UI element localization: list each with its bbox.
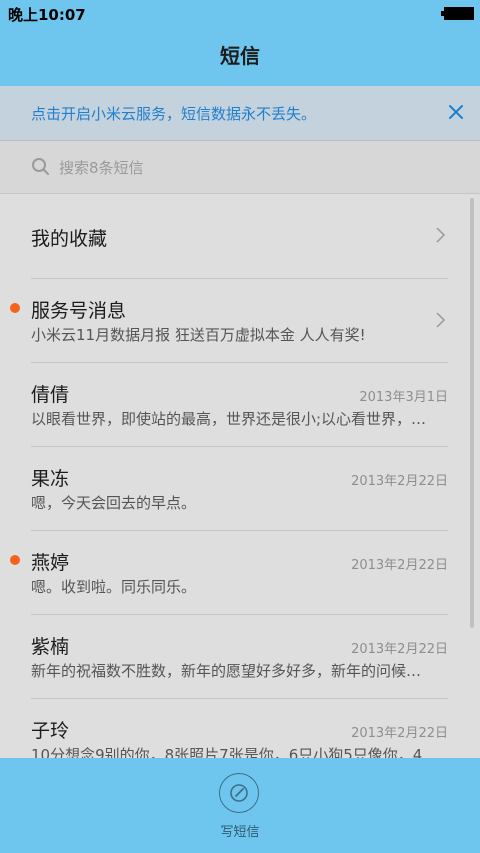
conversation-name: 果冻 <box>31 468 70 490</box>
compose-label[interactable]: 写短信 <box>0 821 480 840</box>
conversation-item[interactable]: 子玲 2013年2月22日 10分想念9别的你，8张照片7张是你，6只小狗5只像… <box>31 698 448 758</box>
close-icon[interactable] <box>444 100 468 124</box>
battery-icon <box>441 7 474 20</box>
chevron-right-icon <box>436 227 446 243</box>
conversation-preview: 嗯，今天会回去的早点。 <box>31 494 197 512</box>
conversation-preview: 10分想念9别的你，8张照片7张是你，6只小狗5只像你，4… <box>31 746 438 758</box>
scrollbar[interactable] <box>470 198 474 628</box>
conversation-preview: 新年的祝福数不胜数，新年的愿望好多好多，新年的问候… <box>31 662 422 680</box>
conversation-name: 子玲 <box>31 720 70 742</box>
status-bar: 晚上10:07 <box>0 0 480 26</box>
conversation-date: 2013年2月22日 <box>351 642 448 657</box>
unread-dot <box>10 303 20 313</box>
search-bar[interactable]: 搜索8条短信 <box>0 141 480 194</box>
search-icon <box>31 157 51 177</box>
banner-text[interactable]: 点击开启小米云服务，短信数据永不丢失。 <box>31 103 316 124</box>
conversation-name: 我的收藏 <box>31 228 108 250</box>
service-messages-item[interactable]: 服务号消息 小米云11月数据月报 狂送百万虚拟本金 人人有奖! <box>10 278 448 363</box>
conversation-name: 紫楠 <box>31 636 70 658</box>
title-bar: 短信 <box>0 26 480 86</box>
conversation-item[interactable]: 紫楠 2013年2月22日 新年的祝福数不胜数，新年的愿望好多好多，新年的问候… <box>31 614 448 699</box>
conversation-name: 服务号消息 <box>31 300 127 322</box>
conversation-name: 燕婷 <box>31 552 70 574</box>
page-title: 短信 <box>220 44 260 68</box>
search-input[interactable]: 搜索8条短信 <box>59 157 144 178</box>
conversation-preview: 小米云11月数据月报 狂送百万虚拟本金 人人有奖! <box>31 326 366 344</box>
conversation-item[interactable]: 倩倩 2013年3月1日 以眼看世界，即使站的最高，世界还是很小;以心看世界，… <box>31 362 448 447</box>
favorites-item[interactable]: 我的收藏 <box>31 194 448 279</box>
status-time: 晚上10:07 <box>8 6 86 24</box>
unread-dot <box>10 555 20 565</box>
compose-icon <box>230 784 248 802</box>
conversation-preview: 以眼看世界，即使站的最高，世界还是很小;以心看世界，… <box>31 410 427 428</box>
chevron-right-icon <box>436 312 446 328</box>
conversation-date: 2013年2月22日 <box>351 726 448 741</box>
conversation-list[interactable]: 我的收藏 服务号消息 小米云11月数据月报 狂送百万虚拟本金 人人有奖! 倩倩 … <box>0 194 480 758</box>
conversation-date: 2013年2月22日 <box>351 558 448 573</box>
conversation-preview: 嗯。收到啦。同乐同乐。 <box>31 578 197 596</box>
cloud-service-banner[interactable]: 点击开启小米云服务，短信数据永不丢失。 <box>0 86 480 141</box>
bottom-bar: 写短信 <box>0 758 480 853</box>
conversation-date: 2013年2月22日 <box>351 474 448 489</box>
conversation-name: 倩倩 <box>31 384 70 406</box>
conversation-item[interactable]: 果冻 2013年2月22日 嗯，今天会回去的早点。 <box>31 446 448 531</box>
conversation-date: 2013年3月1日 <box>359 390 448 405</box>
compose-button[interactable] <box>219 773 259 813</box>
conversation-item[interactable]: 燕婷 2013年2月22日 嗯。收到啦。同乐同乐。 <box>10 530 448 615</box>
